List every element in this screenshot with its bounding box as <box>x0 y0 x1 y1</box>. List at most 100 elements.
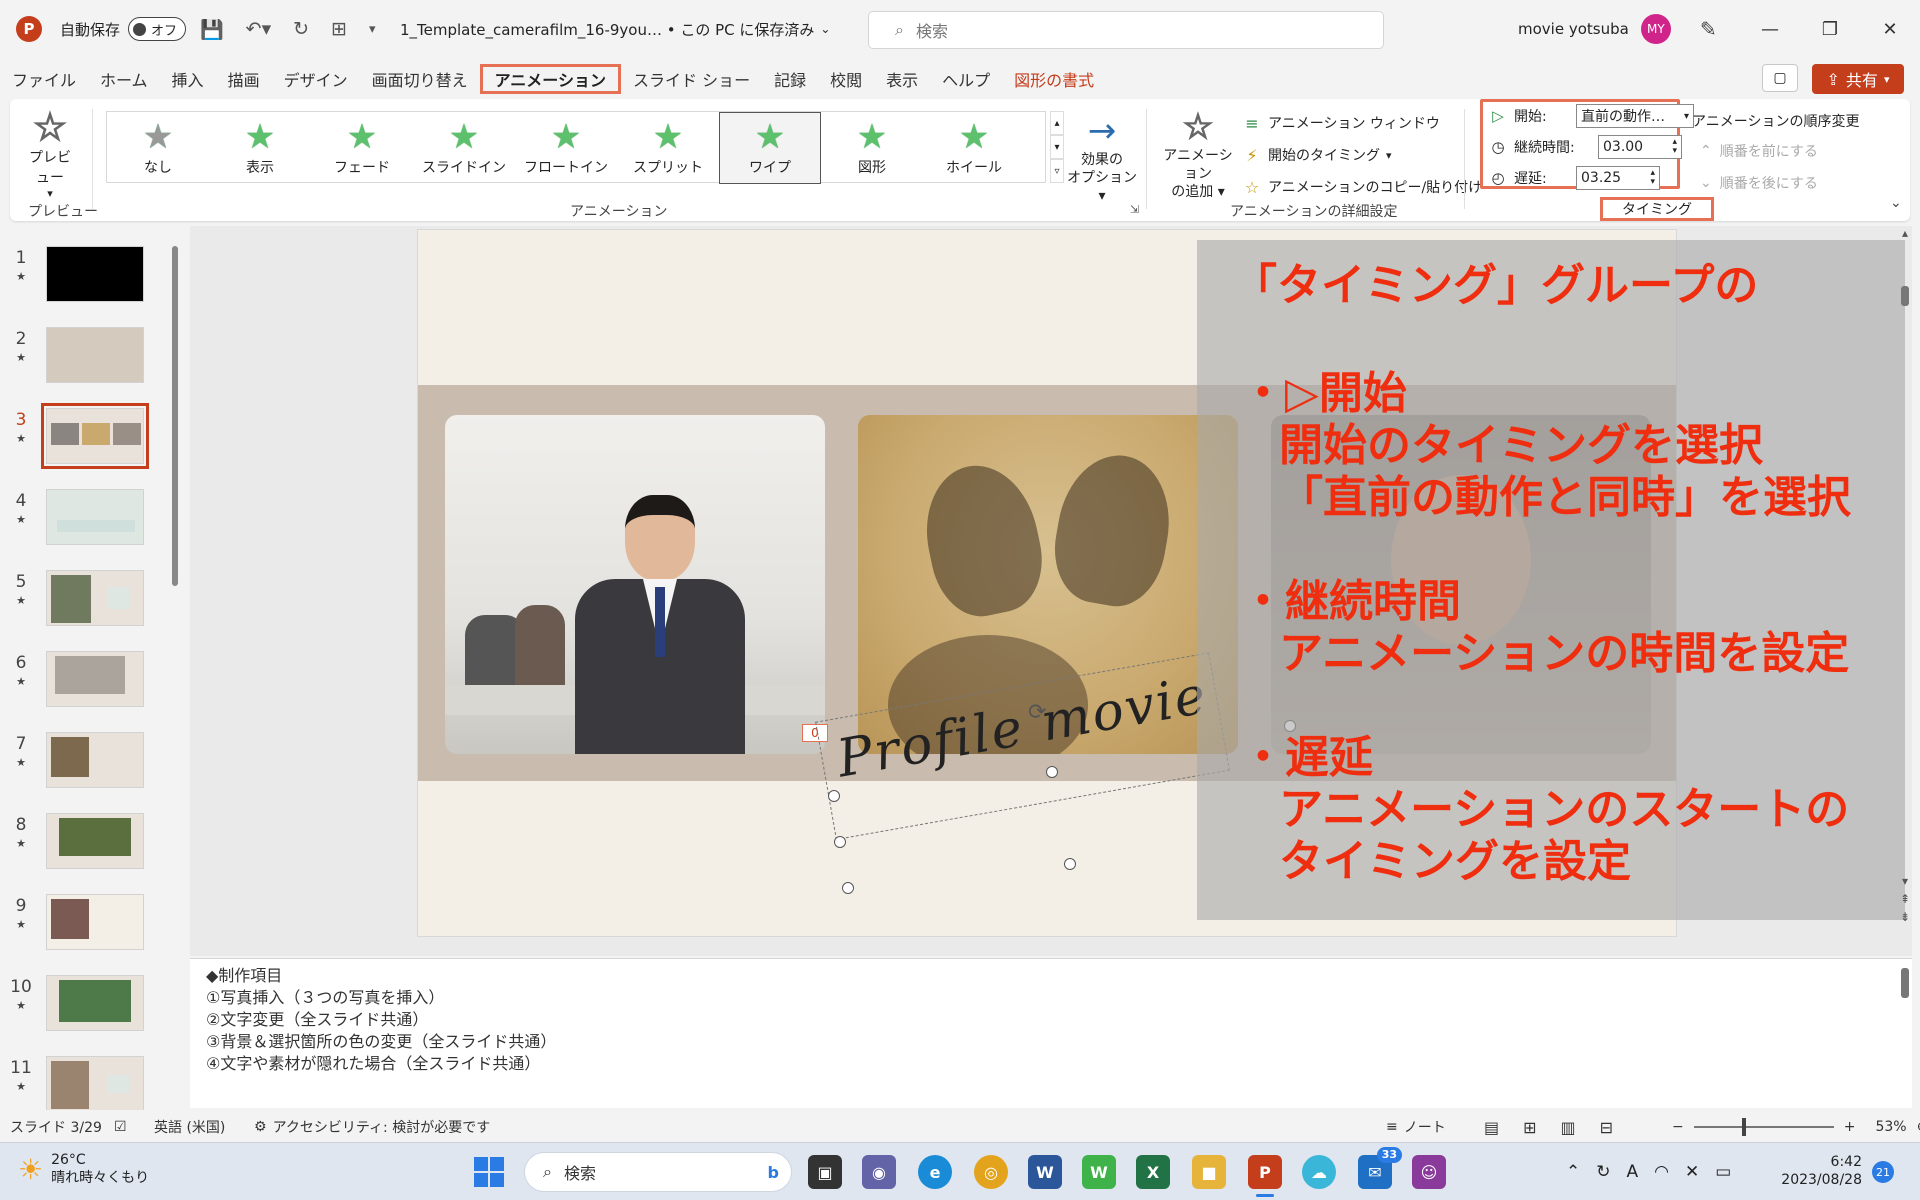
cloud-app-icon[interactable]: ☁ <box>1302 1155 1336 1189</box>
previous-slide-icon[interactable]: ⇞ <box>1898 892 1912 906</box>
slideshow-view-icon[interactable]: ⊟ <box>1600 1118 1613 1137</box>
animation-split[interactable]: ★ スプリット <box>617 112 719 184</box>
tab-insert[interactable]: 挿入 <box>160 64 216 94</box>
animation-painter-button[interactable]: ☆ アニメーションのコピー/貼り付け <box>1242 171 1482 203</box>
animation-pane-button[interactable]: ≡ アニメーション ウィンドウ <box>1242 107 1482 139</box>
photo-businessman[interactable] <box>445 415 825 754</box>
save-icon[interactable]: 💾 <box>200 18 224 41</box>
editor-scrollbar[interactable]: ▴ ▾ ⇞ ⇟ <box>1898 226 1912 926</box>
animation-wipe[interactable]: ★ ワイプ <box>719 112 821 184</box>
reading-view-icon[interactable]: ▥ <box>1561 1118 1576 1137</box>
resize-handle[interactable] <box>834 836 846 848</box>
rotate-handle-icon[interactable]: ⟳ <box>1028 700 1046 725</box>
zoom-level[interactable]: 53% <box>1875 1119 1906 1135</box>
tab-home[interactable]: ホーム <box>88 64 160 94</box>
volume-muted-icon[interactable]: ✕ <box>1685 1162 1699 1182</box>
move-earlier-button[interactable]: ⌃ 順番を前にする <box>1692 135 1859 167</box>
thumbnail-3[interactable]: 3 ★ <box>0 403 182 478</box>
thumbnail-scrollbar[interactable] <box>170 226 180 1106</box>
next-slide-icon[interactable]: ⇟ <box>1898 910 1912 924</box>
slide-sorter-icon[interactable]: ⊞ <box>1523 1118 1536 1137</box>
gallery-down-icon[interactable]: ▾ <box>1050 135 1064 159</box>
wifi-icon[interactable]: ◠ <box>1654 1162 1669 1182</box>
wps-writer-icon[interactable]: W <box>1082 1155 1116 1189</box>
thumbnail-11[interactable]: 11 ★ <box>0 1056 182 1110</box>
resize-handle[interactable] <box>1046 766 1058 778</box>
redo-icon[interactable]: ↻ <box>293 18 309 40</box>
accessibility-status[interactable]: ⚙ アクセシビリティ: 検討が必要です <box>254 1112 490 1142</box>
stepper-icon[interactable]: ▴ ▾ <box>1650 169 1655 187</box>
animation-fade[interactable]: ★ フェード <box>311 112 413 184</box>
excel-icon[interactable]: X <box>1136 1155 1170 1189</box>
tab-design[interactable]: デザイン <box>272 64 360 94</box>
tab-file[interactable]: ファイル <box>0 64 88 94</box>
comments-button[interactable]: ▢ <box>1762 64 1798 92</box>
collapse-ribbon-icon[interactable]: ⌄ <box>1890 195 1902 211</box>
scroll-down-icon[interactable]: ▾ <box>1898 874 1912 888</box>
animation-fly-in[interactable]: ★ スライドイン <box>413 112 515 184</box>
thumbnail-7[interactable]: 7 ★ <box>0 732 182 802</box>
weather-widget[interactable]: ☀ 26°C 晴れ時々くもり <box>18 1151 149 1187</box>
start-button[interactable] <box>474 1157 504 1187</box>
resize-handle[interactable] <box>842 882 854 894</box>
clock[interactable]: 6:42 2023/08/28 <box>1780 1153 1862 1189</box>
add-animation-button[interactable]: ☆ アニメーション の追加 ▾ <box>1158 106 1238 201</box>
stepper-icon[interactable]: ▴ ▾ <box>1672 138 1677 156</box>
trigger-button[interactable]: ⚡ 開始のタイミング ▾ <box>1242 139 1482 171</box>
tab-transitions[interactable]: 画面切り替え <box>360 64 480 94</box>
chrome-icon[interactable]: ◎ <box>974 1155 1008 1189</box>
game-app-icon[interactable]: ☺ <box>1412 1155 1446 1189</box>
thumbnail-2[interactable]: 2 ★ <box>0 327 182 397</box>
edge-icon[interactable]: e <box>918 1155 952 1189</box>
animation-wheel[interactable]: ★ ホイール <box>923 112 1025 184</box>
preview-button[interactable]: ☆ プレビュー ▾ <box>24 106 76 200</box>
close-icon[interactable]: ✕ <box>1860 19 1920 40</box>
effect-options-button[interactable]: → 効果の オプション ▾ <box>1064 111 1140 205</box>
mail-icon[interactable]: ✉ 33 <box>1358 1147 1402 1189</box>
document-title[interactable]: 1_Template_camerafilm_16-9you… • この PC に… <box>400 0 830 58</box>
tab-draw[interactable]: 描画 <box>216 64 272 94</box>
scroll-up-icon[interactable]: ▴ <box>1898 226 1912 240</box>
dialog-launcher-icon[interactable]: ⇲ <box>1130 203 1139 216</box>
zoom-in-icon[interactable]: + <box>1844 1119 1856 1135</box>
task-view-icon[interactable]: ▣ <box>808 1155 842 1189</box>
present-icon[interactable]: ⊞ <box>331 18 347 40</box>
duration-stepper[interactable]: 03.00 ▴ ▾ <box>1598 135 1682 159</box>
tab-view[interactable]: 表示 <box>874 64 930 94</box>
customize-qat-icon[interactable]: ▾ <box>369 22 376 37</box>
taskbar-search[interactable]: ⌕ 検索 b <box>524 1152 792 1192</box>
zoom-out-icon[interactable]: − <box>1672 1119 1684 1135</box>
gallery-up-icon[interactable]: ▴ <box>1050 111 1064 135</box>
share-button[interactable]: ⇪ 共有 ▾ <box>1812 64 1904 94</box>
thumbnail-1[interactable]: 1 ★ <box>0 246 182 316</box>
thumbnail-4[interactable]: 4 ★ <box>0 489 182 559</box>
gallery-more-icon[interactable]: ▿ <box>1050 159 1064 183</box>
thumbnail-5[interactable]: 5 ★ <box>0 570 182 640</box>
battery-icon[interactable]: ▭ <box>1715 1162 1731 1182</box>
chevron-up-icon[interactable]: ⌃ <box>1566 1162 1580 1182</box>
zoom-slider[interactable] <box>1693 1118 1834 1136</box>
thumbnail-6[interactable]: 6 ★ <box>0 651 182 721</box>
autosave-toggle[interactable]: オフ <box>128 17 187 41</box>
teams-chat-icon[interactable]: ◉ <box>862 1155 896 1189</box>
pen-icon[interactable]: A <box>1627 1162 1639 1182</box>
speaker-notes[interactable]: ◆制作項目 ①写真挿入（３つの写真を挿入） ②文字変更（全スライド共通） ③背景… <box>190 958 1912 1108</box>
move-later-button[interactable]: ⌄ 順番を後にする <box>1692 167 1859 199</box>
thumbnail-10[interactable]: 10 ★ <box>0 975 182 1045</box>
sync-icon[interactable]: ↻ <box>1596 1162 1610 1182</box>
undo-icon[interactable]: ↶▾ <box>246 18 271 40</box>
delay-stepper[interactable]: 03.25 ▴ ▾ <box>1576 166 1660 190</box>
thumbnail-8[interactable]: 8 ★ <box>0 813 182 883</box>
tab-review[interactable]: 校閲 <box>818 64 874 94</box>
designer-pen-icon[interactable]: ✎ <box>1700 0 1717 58</box>
language-status[interactable]: 英語 (米国) <box>154 1112 225 1142</box>
powerpoint-taskbar-icon[interactable]: P <box>1248 1155 1282 1197</box>
notes-scrollbar[interactable] <box>1898 958 1912 1108</box>
word-icon[interactable]: W <box>1028 1155 1062 1189</box>
minimize-icon[interactable]: — <box>1740 19 1800 40</box>
user-account[interactable]: movie yotsuba MY <box>1518 0 1671 58</box>
fit-to-window-icon[interactable]: ⊕ <box>1917 1119 1920 1135</box>
thumbnail-9[interactable]: 9 ★ <box>0 894 182 964</box>
autosave[interactable]: 自動保存 オフ <box>60 0 187 58</box>
animation-appear[interactable]: ★ 表示 <box>209 112 311 184</box>
